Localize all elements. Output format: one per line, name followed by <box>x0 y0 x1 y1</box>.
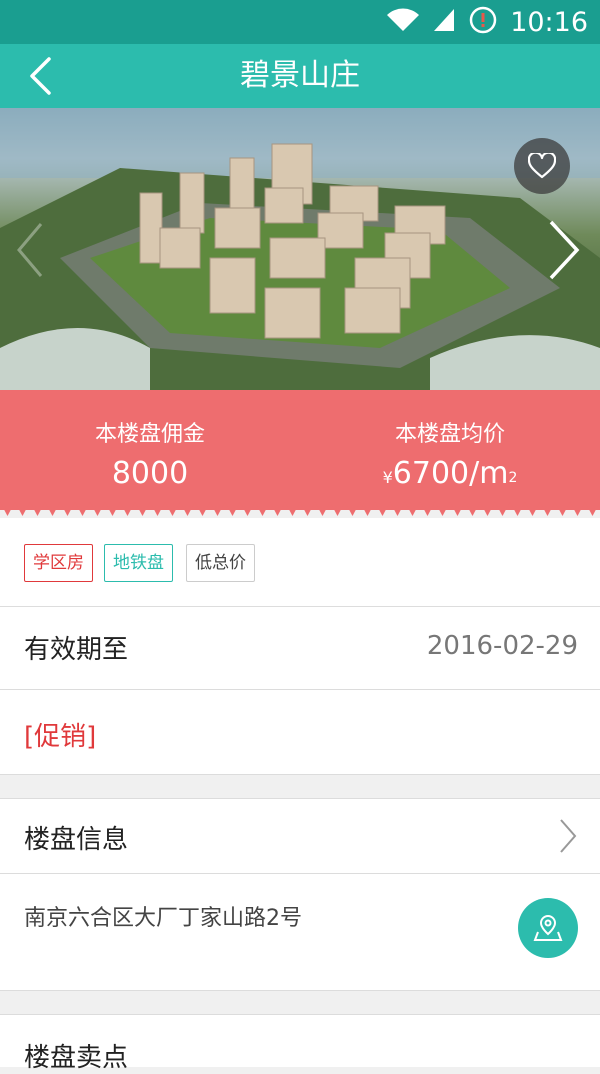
commission-block: 本楼盘佣金 8000 <box>0 420 300 496</box>
avg-price-label: 本楼盘均价 <box>394 422 505 447</box>
price-band: 本楼盘佣金 8000 本楼盘均价 ¥6700/m2 <box>0 390 600 510</box>
next-image-button[interactable] <box>542 214 586 286</box>
previous-image-button[interactable] <box>8 214 52 286</box>
property-info-label: 楼盘信息 <box>24 825 129 855</box>
avg-price-number: 6700/m <box>392 456 509 491</box>
address-text: 南京六合区大厂丁家山路2号 <box>24 906 302 931</box>
commission-value: 8000 <box>111 456 189 491</box>
status-bar: 10:16 <box>0 0 600 44</box>
page-title: 碧景山庄 <box>240 58 360 93</box>
validity-row: 有效期至 2016-02-29 <box>0 607 600 689</box>
wifi-icon <box>386 8 420 36</box>
chevron-right-icon <box>556 816 580 856</box>
tag-subway: 地铁盘 <box>104 544 173 582</box>
property-info-row[interactable]: 楼盘信息 <box>0 799 600 873</box>
area-unit-superscript: 2 <box>508 470 518 486</box>
divider <box>0 774 600 775</box>
chevron-right-icon <box>549 220 580 280</box>
map-pin-icon <box>533 914 563 941</box>
tags-row: 学区房 地铁盘 低总价 <box>0 518 600 607</box>
favorite-button[interactable] <box>514 138 570 194</box>
signal-icon <box>432 7 456 37</box>
selling-points-row[interactable]: 楼盘卖点 <box>0 1015 600 1073</box>
hero-image[interactable] <box>0 108 600 390</box>
commission-label: 本楼盘佣金 <box>94 422 205 447</box>
chevron-left-icon <box>17 223 43 277</box>
zigzag-edge <box>0 502 600 516</box>
tag-school-district: 学区房 <box>24 544 93 582</box>
promo-label: [促销] <box>24 722 97 752</box>
validity-label: 有效期至 <box>24 635 129 665</box>
divider <box>0 990 600 991</box>
promo-row[interactable]: [促销] <box>0 690 600 774</box>
avg-price-value: ¥6700/m2 <box>300 452 600 500</box>
address-row: 南京六合区大厂丁家山路2号 <box>0 874 600 990</box>
battery-alert-icon <box>468 5 498 39</box>
tag-low-total-price: 低总价 <box>186 544 255 582</box>
app-bar: 碧景山庄 <box>0 44 600 108</box>
validity-date: 2016-02-29 <box>426 631 578 661</box>
status-time: 10:16 <box>510 6 588 38</box>
currency-symbol: ¥ <box>382 468 393 487</box>
selling-points-label: 楼盘卖点 <box>24 1043 129 1073</box>
status-icons: 10:16 <box>386 6 588 38</box>
map-location-button[interactable] <box>518 898 578 958</box>
heart-icon <box>528 153 556 179</box>
avg-price-block: 本楼盘均价 ¥6700/m2 <box>300 420 600 500</box>
building-rendering-image <box>0 108 600 390</box>
